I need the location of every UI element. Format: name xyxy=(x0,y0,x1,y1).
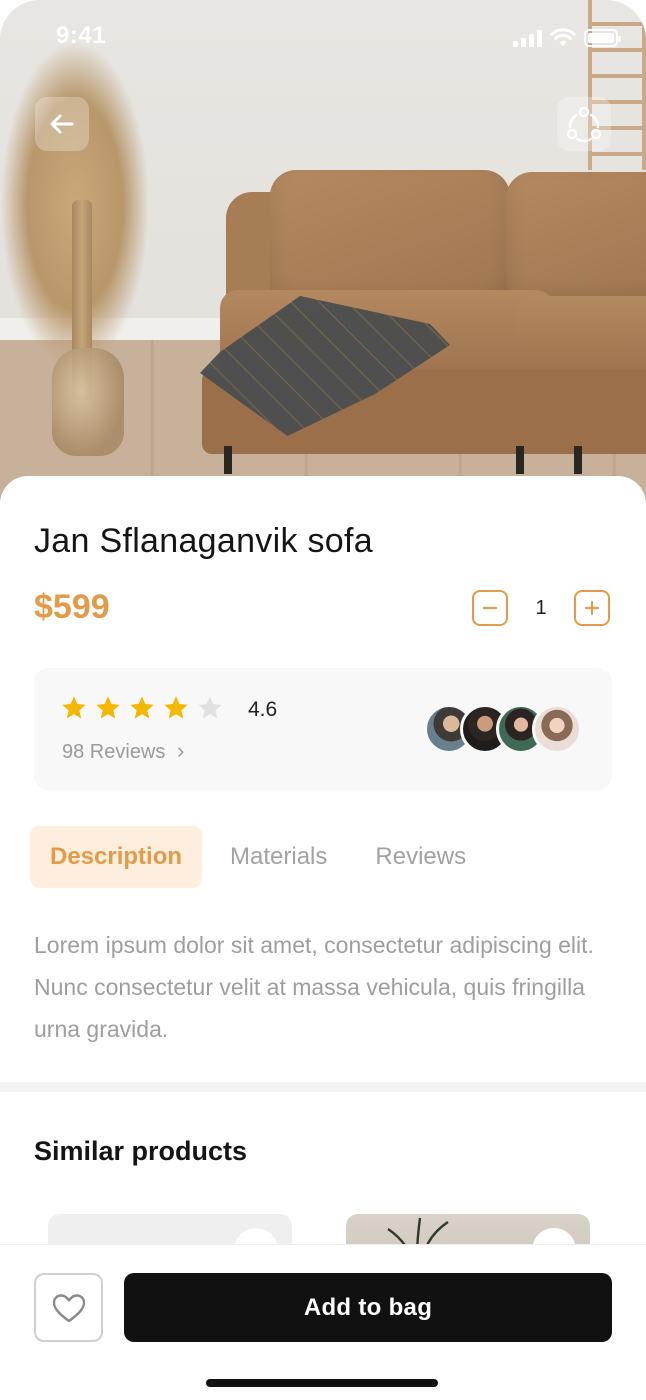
chevron-right-icon: › xyxy=(176,738,185,763)
star-filled-icon xyxy=(164,696,188,719)
quantity-value: 1 xyxy=(535,596,547,619)
star-filled-icon xyxy=(130,696,154,719)
rating-value: 4.6 xyxy=(248,698,278,721)
product-title: Jan Sflanaganvik sofa xyxy=(34,522,373,560)
sofa-cushion xyxy=(270,170,510,310)
rating-summary-card: 4.6 98 Reviews › xyxy=(34,668,612,790)
reviewer-avatars[interactable] xyxy=(424,704,582,754)
reviews-count: 98 Reviews xyxy=(62,741,166,763)
status-bar: 9:41 xyxy=(0,0,646,76)
star-filled-icon xyxy=(96,696,120,719)
wifi-icon xyxy=(550,28,576,46)
share-button[interactable] xyxy=(557,97,611,151)
add-to-bag-button[interactable]: Add to bag xyxy=(124,1273,612,1342)
star-filled-icon xyxy=(62,696,86,719)
glass-vase xyxy=(52,348,124,456)
product-tabs: Description Materials Reviews xyxy=(30,826,486,888)
avatar xyxy=(532,704,582,754)
back-button[interactable] xyxy=(35,97,89,151)
bottom-action-bar: Add to bag xyxy=(0,1244,646,1400)
decrease-quantity-button[interactable] xyxy=(472,590,508,626)
product-description: Lorem ipsum dolor sit amet, consectetur … xyxy=(34,932,594,1042)
home-indicator xyxy=(206,1379,438,1387)
star-rating xyxy=(60,694,224,722)
similar-products-title: Similar products xyxy=(34,1136,248,1166)
plus-icon xyxy=(584,600,600,616)
status-time: 9:41 xyxy=(56,22,107,49)
heart-icon xyxy=(52,1293,85,1322)
section-divider xyxy=(0,1082,646,1092)
product-price: $599 xyxy=(34,588,110,626)
increase-quantity-button[interactable] xyxy=(574,590,610,626)
star-empty-icon xyxy=(198,696,222,719)
arrow-left-icon xyxy=(50,114,74,134)
sofa-cushion xyxy=(506,172,646,308)
product-detail-screen: 9:41 Jan Sflanaganvik sofa $599 1 4.6 98… xyxy=(0,0,646,1400)
tab-description[interactable]: Description xyxy=(30,826,203,888)
battery-icon xyxy=(584,29,621,47)
cellular-signal-icon xyxy=(513,29,542,47)
tab-reviews[interactable]: Reviews xyxy=(355,826,486,888)
tab-materials[interactable]: Materials xyxy=(210,826,347,888)
wishlist-button[interactable] xyxy=(34,1273,103,1342)
share-icon xyxy=(566,106,602,142)
minus-icon xyxy=(482,606,498,610)
reviews-link[interactable]: 98 Reviews › xyxy=(62,738,184,764)
quantity-stepper: 1 xyxy=(472,590,610,626)
